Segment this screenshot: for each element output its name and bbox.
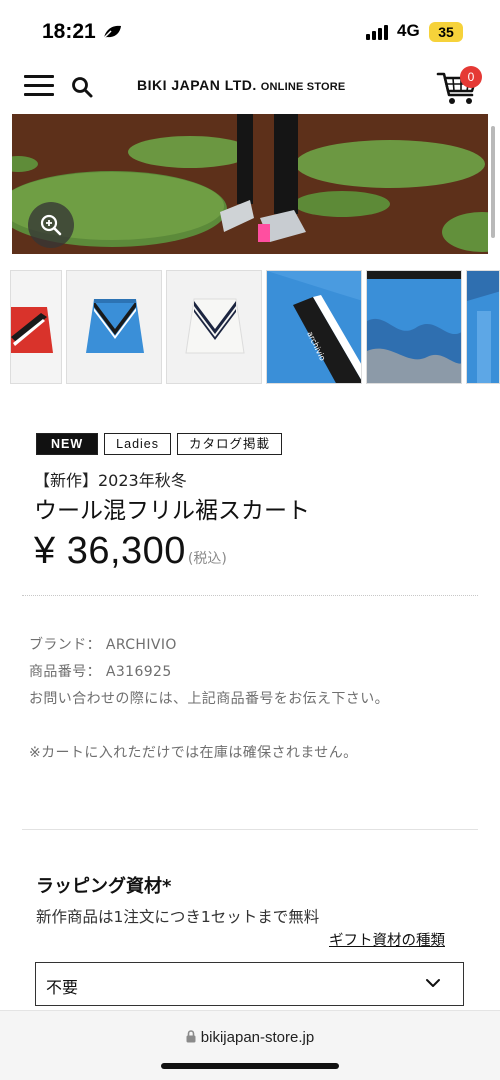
url-row[interactable]: bikijapan-store.jp — [0, 1029, 500, 1046]
divider — [22, 829, 478, 830]
product-main-image[interactable] — [12, 114, 488, 254]
thumbnail-blue-skirt[interactable] — [66, 270, 162, 384]
chevron-down-icon — [426, 979, 440, 987]
status-time: 18:21 — [42, 20, 96, 43]
tag-ladies: Ladies — [104, 433, 172, 455]
lock-icon — [186, 1030, 196, 1043]
leaf-icon — [102, 25, 121, 40]
thumbnail-blue-detail-hem[interactable] — [366, 270, 462, 384]
scrollbar[interactable] — [491, 126, 495, 238]
tax-note: (税込) — [187, 551, 227, 567]
zoom-icon[interactable] — [28, 202, 74, 248]
thumbnail-red-skirt[interactable] — [10, 270, 62, 384]
status-bar: 18:21 4G 35 — [0, 0, 500, 62]
wrapping-title: ラッピング資材* — [36, 876, 172, 897]
tag-new: NEW — [36, 433, 99, 455]
price-row: ¥ 36,300 (税込) — [34, 530, 227, 573]
thumbnail-blue-detail-logo[interactable]: archivio — [266, 270, 362, 384]
gift-materials-link[interactable]: ギフト資材の種類 — [329, 929, 445, 950]
home-indicator[interactable] — [161, 1063, 339, 1069]
thumbnail-white-skirt[interactable] — [166, 270, 262, 384]
site-header: BIKI JAPAN LTD. ONLINE STORE — [0, 62, 500, 114]
product-price: ¥ 36,300 — [34, 530, 186, 572]
store-sub: ONLINE STORE — [260, 81, 346, 93]
cart-count-badge: 0 — [460, 66, 482, 88]
hero-illustration — [12, 114, 488, 254]
search-icon[interactable] — [70, 75, 94, 99]
product-tags: NEW Ladies カタログ掲載 — [36, 433, 283, 455]
brand-line: ブランド： ARCHIVIO — [29, 637, 177, 653]
product-name: ウール混フリル裾スカート — [34, 498, 310, 524]
url-text: bikijapan-store.jp — [200, 1029, 315, 1046]
battery-level: 35 — [429, 22, 463, 42]
browser-address-bar[interactable]: bikijapan-store.jp — [0, 1010, 500, 1080]
divider — [22, 595, 478, 596]
wrapping-select[interactable]: 不要 — [35, 962, 464, 1006]
inquiry-note: お問い合わせの際には、上記商品番号をお伝え下さい。 — [29, 691, 389, 707]
wrapping-description: 新作商品は1注文につき1セットまで無料 — [36, 908, 320, 926]
stock-note: ※カートに入れただけでは在庫は確保されません。 — [29, 745, 358, 761]
wrapping-select-value: 不要 — [46, 978, 79, 997]
product-subtitle: 【新作】2023年秋冬 — [34, 471, 187, 490]
tag-catalog: カタログ掲載 — [177, 433, 283, 455]
menu-icon[interactable] — [24, 75, 54, 99]
thumbnail-blue-detail-partial[interactable] — [466, 270, 500, 384]
thumbnail-strip: archivio — [0, 270, 500, 386]
store-logo[interactable]: BIKI JAPAN LTD. ONLINE STORE — [137, 77, 345, 93]
product-code-line: 商品番号： A316925 — [29, 664, 172, 680]
network-label: 4G — [397, 21, 420, 40]
store-name: BIKI JAPAN LTD. — [137, 77, 257, 93]
signal-icon — [366, 24, 388, 40]
